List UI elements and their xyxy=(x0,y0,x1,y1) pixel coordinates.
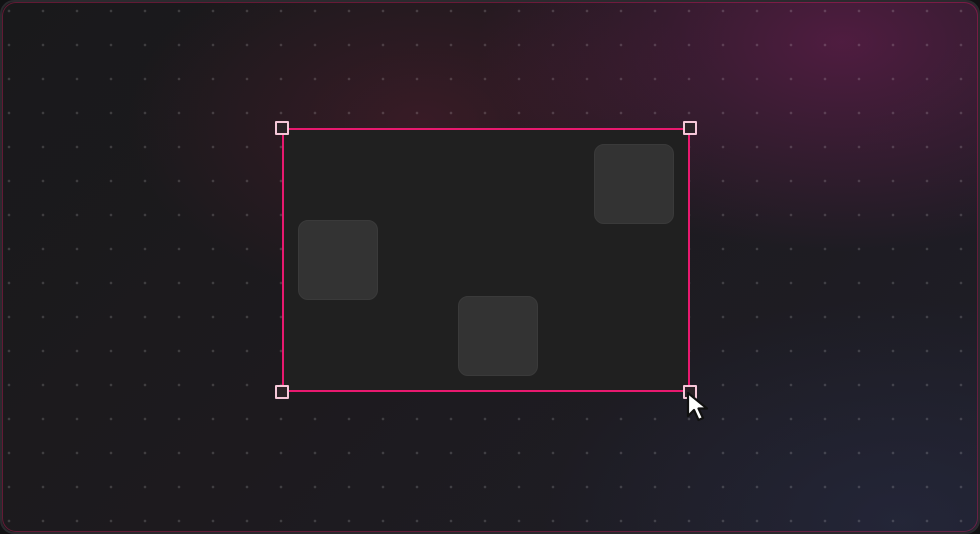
canvas-block-left[interactable] xyxy=(298,220,378,300)
canvas-block-right[interactable] xyxy=(594,144,674,224)
canvas-block-middle[interactable] xyxy=(458,296,538,376)
resize-handle-top-right[interactable] xyxy=(683,121,697,135)
resize-handle-top-left[interactable] xyxy=(275,121,289,135)
canvas[interactable] xyxy=(0,0,980,534)
selection-frame[interactable] xyxy=(282,128,690,392)
resize-handle-bottom-right[interactable] xyxy=(683,385,697,399)
resize-handle-bottom-left[interactable] xyxy=(275,385,289,399)
